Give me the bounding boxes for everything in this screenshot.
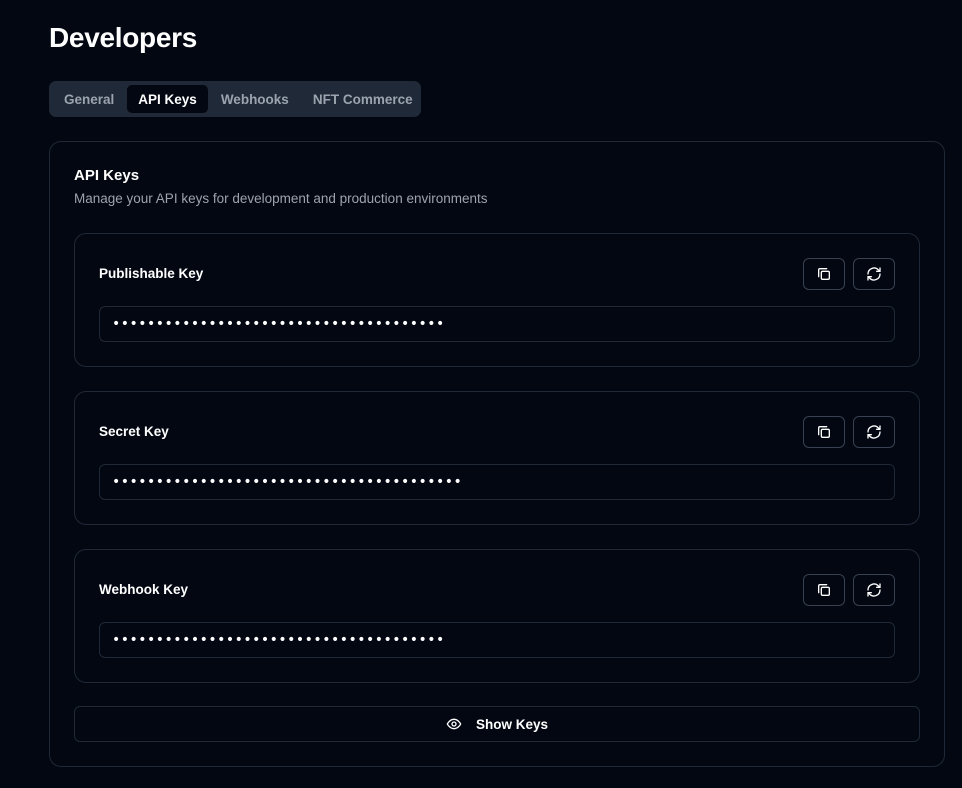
- regenerate-secret-key-button[interactable]: [853, 416, 895, 448]
- copy-publishable-key-button[interactable]: [803, 258, 845, 290]
- publishable-key-label: Publishable Key: [99, 266, 204, 281]
- publishable-key-block: Publishable Key ••••••••••••••••••••••••…: [74, 233, 920, 367]
- secret-key-label: Secret Key: [99, 424, 169, 439]
- tab-general[interactable]: General: [53, 85, 125, 113]
- refresh-icon: [867, 583, 881, 597]
- refresh-icon: [867, 267, 881, 281]
- show-keys-label: Show Keys: [475, 716, 549, 732]
- publishable-key-field[interactable]: ••••••••••••••••••••••••••••••••••••••: [99, 306, 895, 342]
- tab-nft-commerce[interactable]: NFT Commerce: [302, 85, 424, 113]
- tab-webhooks[interactable]: Webhooks: [210, 85, 300, 113]
- webhook-key-block: Webhook Key ••••••••••••••••••••••••••••…: [74, 549, 920, 683]
- show-keys-button[interactable]: Show Keys: [74, 706, 920, 742]
- regenerate-publishable-key-button[interactable]: [853, 258, 895, 290]
- webhook-key-label: Webhook Key: [99, 582, 189, 597]
- api-keys-card: API Keys Manage your API keys for develo…: [49, 141, 945, 767]
- page-title: Developers: [49, 22, 197, 53]
- secret-key-field[interactable]: ••••••••••••••••••••••••••••••••••••••••: [99, 464, 895, 500]
- card-title: API Keys: [74, 167, 140, 184]
- copy-secret-key-button[interactable]: [803, 416, 845, 448]
- tab-list: General API Keys Webhooks NFT Commerce: [49, 81, 421, 117]
- secret-key-block: Secret Key •••••••••••••••••••••••••••••…: [74, 391, 920, 525]
- copy-icon: [818, 584, 830, 596]
- copy-icon: [818, 426, 830, 438]
- tab-api-keys[interactable]: API Keys: [127, 85, 208, 113]
- regenerate-webhook-key-button[interactable]: [853, 574, 895, 606]
- eye-icon: [446, 718, 462, 730]
- webhook-key-field[interactable]: ••••••••••••••••••••••••••••••••••••••: [99, 622, 895, 658]
- card-description: Manage your API keys for development and…: [74, 191, 488, 206]
- copy-icon: [818, 268, 830, 280]
- refresh-icon: [867, 425, 881, 439]
- copy-webhook-key-button[interactable]: [803, 574, 845, 606]
